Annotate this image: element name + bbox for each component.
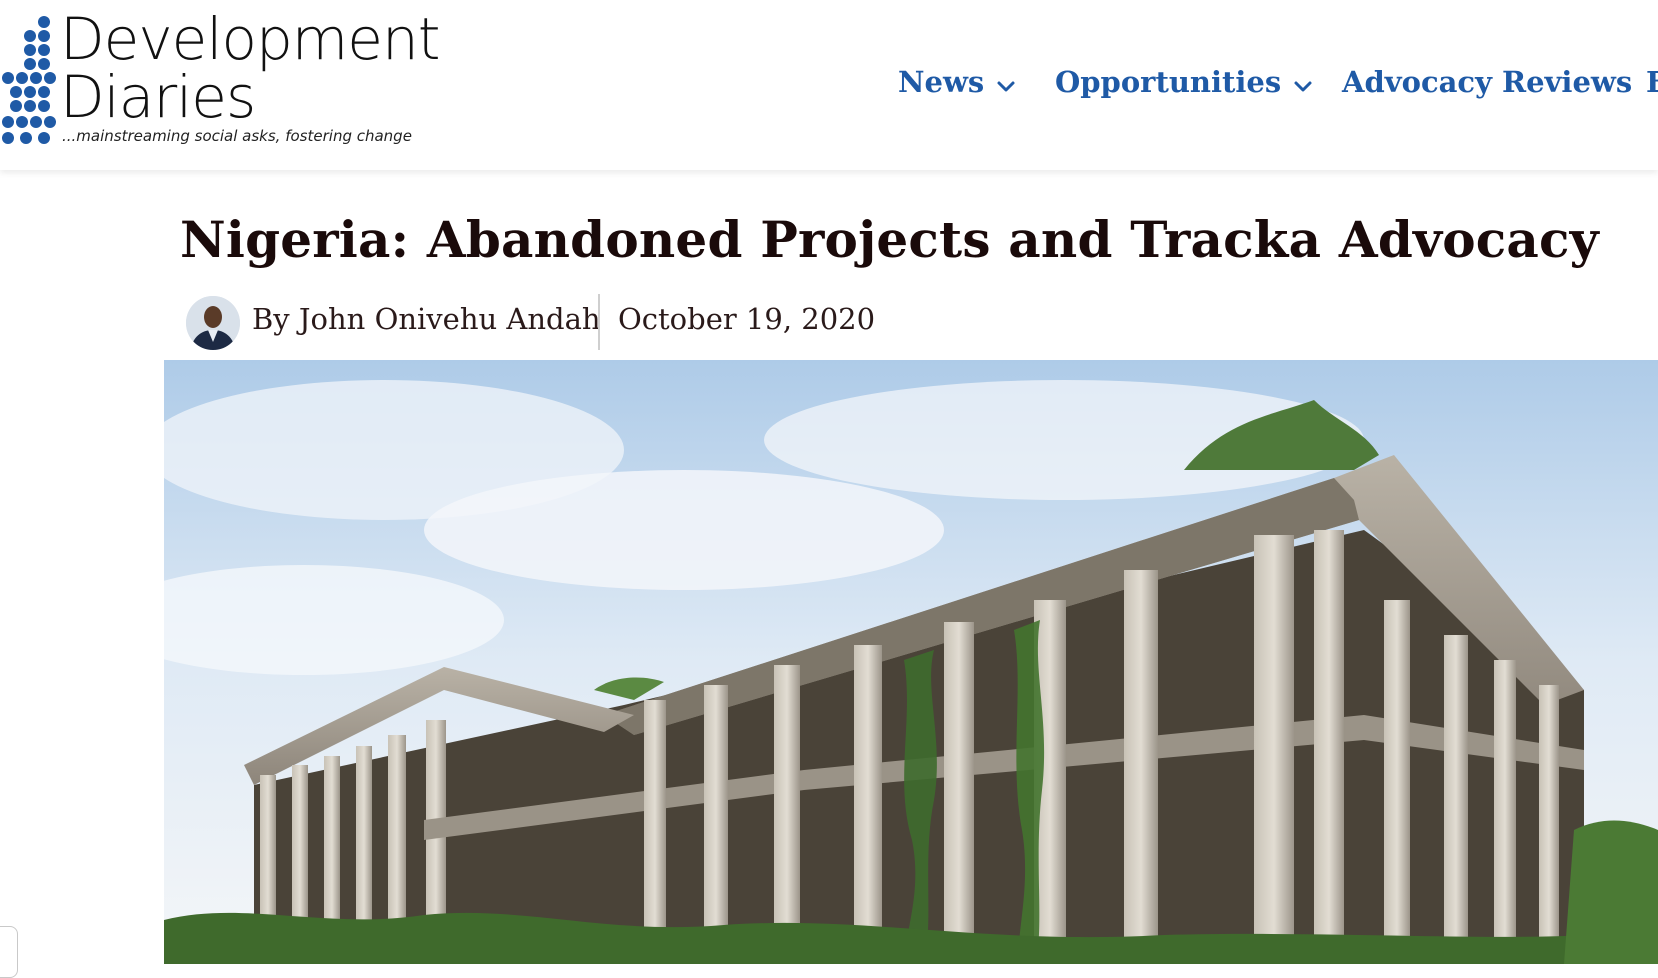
- nav-item-news[interactable]: News: [898, 58, 1016, 106]
- nav-item-label: Advocacy Reviews: [1342, 65, 1633, 99]
- nav-item-label: Opportunities: [1055, 65, 1282, 99]
- site-logo[interactable]: Development Diaries ...mainstreaming soc…: [0, 10, 470, 150]
- nav-item-e[interactable]: E: [1646, 58, 1658, 106]
- site-header: Development Diaries ...mainstreaming soc…: [0, 0, 1658, 170]
- chevron-down-icon: [996, 60, 1016, 108]
- author-avatar[interactable]: [186, 296, 240, 350]
- nav-item-opportunities[interactable]: Opportunities: [1055, 58, 1313, 106]
- nav-item-label: E: [1646, 65, 1658, 99]
- chevron-down-icon: [1293, 60, 1313, 108]
- publish-date: October 19, 2020: [618, 302, 876, 336]
- nav-item-label: News: [898, 65, 985, 99]
- logo-title-line2: Diaries: [60, 63, 256, 131]
- nav-item-advocacy-reviews[interactable]: Advocacy Reviews: [1342, 58, 1632, 106]
- logo-dots-icon: [2, 16, 56, 144]
- hero-image: [164, 360, 1658, 964]
- feedback-widget[interactable]: [0, 926, 18, 978]
- meta-divider: [598, 294, 600, 350]
- logo-title-line1: Development: [60, 5, 440, 73]
- author-link[interactable]: By John Onivehu Andah: [252, 302, 601, 336]
- article-title: Nigeria: Abandoned Projects and Tracka A…: [180, 210, 1599, 269]
- logo-tagline: ...mainstreaming social asks, fostering …: [62, 127, 412, 145]
